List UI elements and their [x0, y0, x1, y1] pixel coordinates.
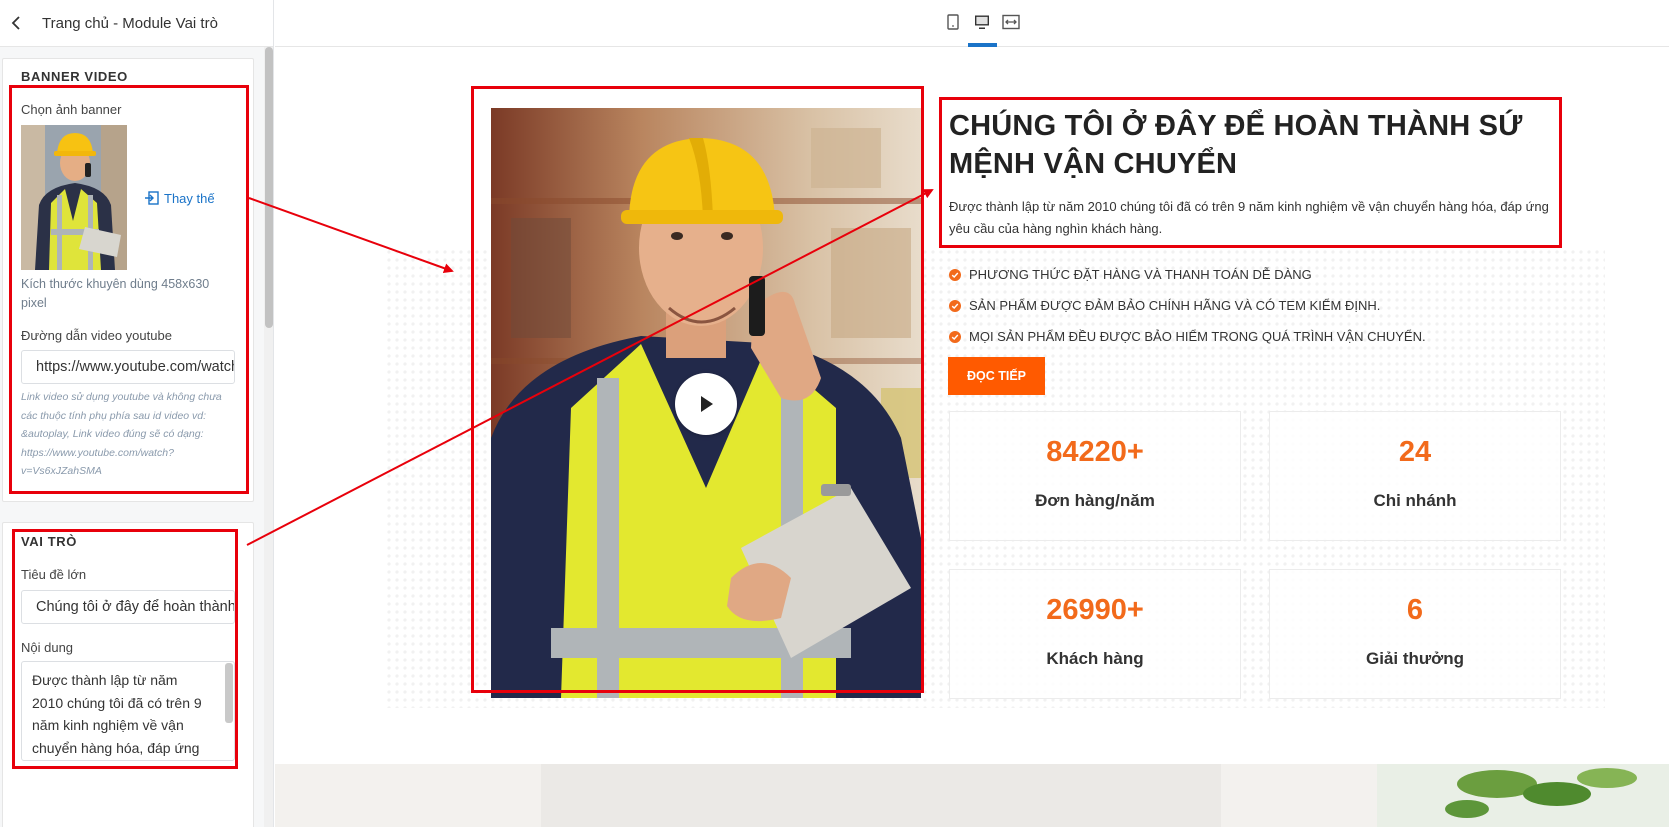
banner-video-image [491, 108, 921, 698]
play-video-button[interactable] [675, 373, 737, 435]
fullwidth-icon [1002, 14, 1020, 30]
desktop-view-button[interactable] [971, 11, 993, 33]
plant-decoration [1377, 764, 1669, 827]
stat-label: Chi nhánh [1373, 491, 1457, 510]
replace-label: Thay thế [164, 190, 215, 206]
banner-video-section: BANNER VIDEO Chọn ảnh banner Thay thế Kí… [2, 58, 254, 502]
mobile-icon [947, 14, 959, 30]
feature-item: SẢN PHẨM ĐƯỢC ĐẢM BẢO CHÍNH HÃNG VÀ CÓ T… [949, 290, 1426, 321]
banner-thumbnail[interactable] [21, 125, 127, 270]
editor-header: Trang chủ - Module Vai trò [0, 0, 273, 47]
check-icon [949, 299, 961, 312]
next-section-image [541, 764, 1221, 827]
feature-text: MỌI SẢN PHẨM ĐỀU ĐƯỢC BẢO HIỂM TRONG QUÁ… [969, 329, 1426, 344]
replace-icon [145, 191, 159, 205]
editor-title: Trang chủ - Module Vai trò [42, 14, 218, 32]
sidebar-scrollbar-thumb[interactable] [265, 47, 273, 328]
content-text: Được thành lập từ năm 2010 chúng tôi đã … [32, 672, 202, 756]
back-icon[interactable] [5, 12, 27, 34]
next-section-peek [275, 764, 1669, 827]
stat-label: Khách hàng [1046, 649, 1144, 668]
mobile-view-button[interactable] [942, 11, 964, 33]
banner-image-label: Chọn ảnh banner [21, 102, 122, 117]
feature-text: SẢN PHẨM ĐƯỢC ĐẢM BẢO CHÍNH HÃNG VÀ CÓ T… [969, 298, 1381, 313]
stat-number: 24 [1398, 436, 1432, 468]
stat-card-branches: 24 Chi nhánh [1269, 411, 1561, 541]
sidebar-scrollbar[interactable] [264, 47, 273, 827]
video-url-input[interactable]: https://www.youtube.com/watch?v=Vs6xJZah… [21, 350, 235, 384]
read-more-button[interactable]: ĐỌC TIẾP [948, 357, 1045, 395]
replace-image-button[interactable]: Thay thế [144, 190, 215, 206]
video-url-label: Đường dẫn video youtube [21, 328, 172, 343]
active-device-indicator [968, 43, 997, 47]
image-size-hint: Kích thước khuyên dùng 458x630 pixel [21, 277, 210, 310]
desktop-icon [975, 15, 989, 29]
stat-card-customers: 26990+ Khách hàng [949, 569, 1241, 699]
video-url-note: Link video sử dụng youtube và không chưa… [21, 391, 222, 477]
feature-item: MỌI SẢN PHẨM ĐỀU ĐƯỢC BẢO HIỂM TRONG QUÁ… [949, 321, 1426, 352]
play-icon [701, 396, 713, 412]
stat-number: 26990+ [1046, 594, 1144, 626]
editor-sidebar: Trang chủ - Module Vai trò BANNER VIDEO … [0, 0, 274, 827]
page-preview: CHÚNG TÔI Ở ĐÂY ĐỂ HOÀN THÀNH SỨ MỆNH VẬ… [275, 48, 1669, 827]
section-headline: CHÚNG TÔI Ở ĐÂY ĐỂ HOÀN THÀNH SỨ MỆNH VẬ… [949, 110, 1523, 180]
check-icon [949, 330, 961, 343]
role-section: VAI TRÒ Tiêu đề lớn Chúng tôi ở đây để h… [2, 522, 254, 827]
section-description: Được thành lập từ năm 2010 chúng tôi đã … [949, 199, 1549, 236]
device-toolbar [275, 0, 1669, 47]
fullwidth-view-button[interactable] [1000, 11, 1022, 33]
banner-section-title: BANNER VIDEO [21, 69, 128, 84]
big-title-input[interactable]: Chúng tôi ở đây để hoàn thành sứ mệnh vậ… [21, 590, 235, 624]
big-title-label: Tiêu đề lớn [21, 567, 87, 582]
feature-item: PHƯƠNG THỨC ĐẶT HÀNG VÀ THANH TOÁN DỄ DÀ… [949, 259, 1426, 290]
stat-label: Giải thưởng [1365, 649, 1465, 668]
feature-text: PHƯƠNG THỨC ĐẶT HÀNG VÀ THANH TOÁN DỄ DÀ… [969, 267, 1312, 282]
stat-card-orders: 84220+ Đơn hàng/năm [949, 411, 1241, 541]
stat-number: 6 [1406, 594, 1424, 626]
check-icon [949, 268, 961, 281]
stat-card-awards: 6 Giải thưởng [1269, 569, 1561, 699]
stat-number: 84220+ [1046, 436, 1144, 468]
feature-list: PHƯƠNG THỨC ĐẶT HÀNG VÀ THANH TOÁN DỄ DÀ… [949, 259, 1426, 352]
content-textarea[interactable]: Được thành lập từ năm 2010 chúng tôi đã … [21, 661, 235, 761]
stat-label: Đơn hàng/năm [1035, 491, 1155, 510]
content-label: Nội dung [21, 640, 74, 655]
role-section-title: VAI TRÒ [21, 534, 77, 549]
textarea-scrollbar[interactable] [225, 663, 233, 723]
